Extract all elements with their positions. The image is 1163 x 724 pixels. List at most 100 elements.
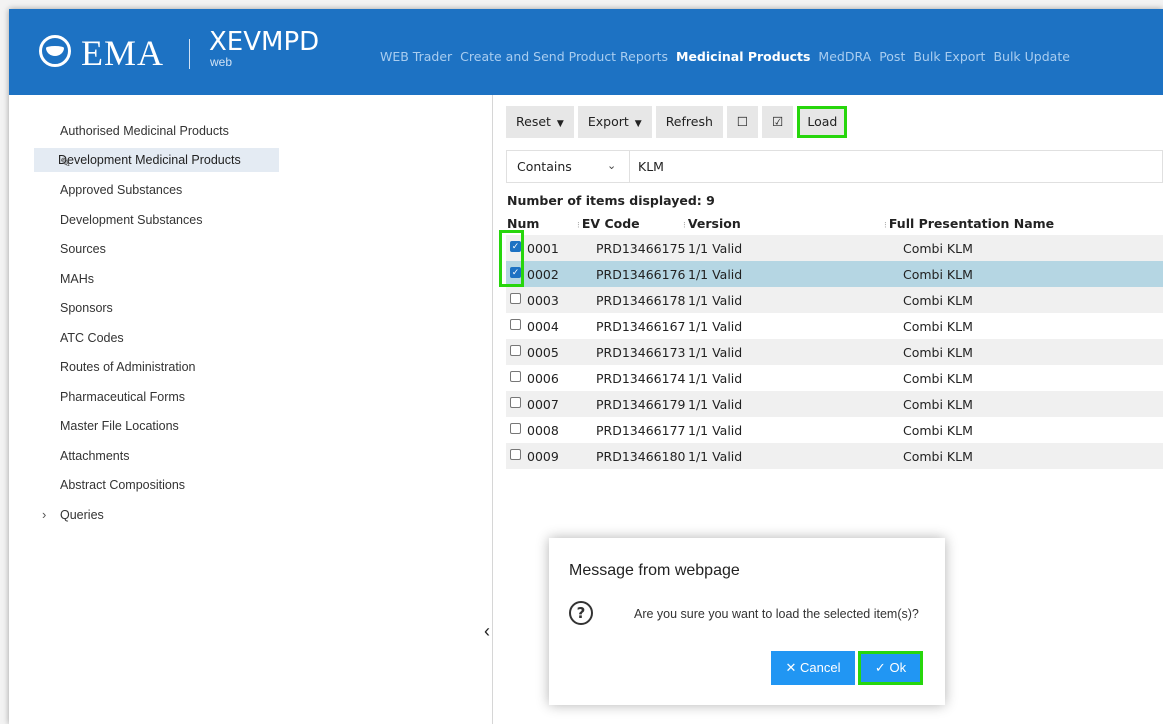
column-header-version[interactable]: ⁝ Version bbox=[683, 216, 741, 231]
column-header-full-name[interactable]: ⁝ Full Presentation Name bbox=[884, 216, 1054, 231]
nav-create-send-reports[interactable]: Create and Send Product Reports bbox=[460, 49, 668, 64]
confirm-dialog: Message from webpage ? Are you sure you … bbox=[549, 538, 945, 705]
table-row[interactable]: 0007 PRD13466179 1/1 Valid Combi KLM bbox=[506, 391, 1163, 417]
nav-meddra[interactable]: MedDRA bbox=[818, 49, 871, 64]
cell-version: 1/1 Valid bbox=[688, 293, 743, 308]
cell-version: 1/1 Valid bbox=[688, 449, 743, 464]
cell-full-name: Combi KLM bbox=[903, 241, 973, 256]
table-row[interactable]: 0004 PRD13466167 1/1 Valid Combi KLM bbox=[506, 313, 1163, 339]
row-checkbox[interactable] bbox=[510, 319, 521, 330]
drag-handle-icon[interactable]: ⁝ bbox=[577, 221, 580, 231]
cancel-button[interactable]: ✕ Cancel bbox=[771, 651, 855, 685]
cell-version: 1/1 Valid bbox=[688, 267, 743, 282]
cell-version: 1/1 Valid bbox=[688, 423, 743, 438]
check-all-button[interactable]: ☑ bbox=[762, 106, 794, 138]
cell-num: 0003 bbox=[527, 293, 559, 308]
logo-sub-small: web bbox=[210, 55, 233, 69]
checkbox-highlight bbox=[499, 230, 524, 287]
sidebar-item-pharmaceutical-forms[interactable]: Pharmaceutical Forms bbox=[60, 390, 185, 404]
sidebar: Authorised Medicinal Products ✎ Developm… bbox=[9, 95, 493, 724]
table-row[interactable]: 0008 PRD13466177 1/1 Valid Combi KLM bbox=[506, 417, 1163, 443]
sidebar-item-master-file-locations[interactable]: Master File Locations bbox=[60, 419, 179, 433]
export-button[interactable]: Export ▼ bbox=[577, 106, 652, 138]
table-row[interactable]: 0009 PRD13466180 1/1 Valid Combi KLM bbox=[506, 443, 1163, 469]
app-window: EMA XEVMPD web WEB Trader Create and Sen… bbox=[9, 9, 1163, 724]
load-button[interactable]: Load bbox=[797, 106, 848, 138]
logo-sub: XEVMPD bbox=[209, 27, 320, 57]
cell-full-name: Combi KLM bbox=[903, 423, 973, 438]
main-nav: WEB Trader Create and Send Product Repor… bbox=[380, 49, 1078, 64]
cell-num: 0006 bbox=[527, 371, 559, 386]
row-checkbox[interactable] bbox=[510, 397, 521, 408]
nav-bulk-export[interactable]: Bulk Export bbox=[913, 49, 985, 64]
cell-ev-code: PRD13466179 bbox=[596, 397, 686, 412]
nav-medicinal-products[interactable]: Medicinal Products bbox=[676, 49, 810, 64]
cell-ev-code: PRD13466176 bbox=[596, 267, 686, 282]
cell-ev-code: PRD13466177 bbox=[596, 423, 686, 438]
cell-num: 0007 bbox=[527, 397, 559, 412]
sidebar-item-mahs[interactable]: MAHs bbox=[60, 272, 94, 286]
collapse-sidebar-icon[interactable]: ‹ bbox=[484, 621, 490, 642]
filter-input[interactable]: KLM bbox=[638, 159, 664, 174]
row-checkbox[interactable] bbox=[510, 423, 521, 434]
column-header-num[interactable]: Num bbox=[507, 216, 539, 231]
sidebar-item-queries[interactable]: Queries bbox=[60, 508, 104, 522]
sidebar-item-sponsors[interactable]: Sponsors bbox=[60, 301, 113, 315]
ema-logo-icon bbox=[39, 35, 71, 67]
pencil-icon: ✎ bbox=[60, 155, 71, 170]
table-row[interactable]: ✓ 0001 PRD13466175 1/1 Valid Combi KLM bbox=[506, 235, 1163, 261]
ok-button[interactable]: ✓ Ok bbox=[858, 651, 923, 685]
filter-divider bbox=[629, 151, 630, 182]
cell-version: 1/1 Valid bbox=[688, 345, 743, 360]
sidebar-item-label: Development Medicinal Products bbox=[58, 153, 241, 167]
table-row[interactable]: ✓ 0002 PRD13466176 1/1 Valid Combi KLM bbox=[506, 261, 1163, 287]
drag-handle-icon[interactable]: ⁝ bbox=[683, 221, 686, 231]
sidebar-item-development-substances[interactable]: Development Substances bbox=[60, 213, 202, 227]
cell-full-name: Combi KLM bbox=[903, 371, 973, 386]
sidebar-item-attachments[interactable]: Attachments bbox=[60, 449, 129, 463]
cell-ev-code: PRD13466174 bbox=[596, 371, 686, 386]
filter-mode-select[interactable]: Contains bbox=[517, 159, 572, 174]
row-checkbox[interactable] bbox=[510, 449, 521, 460]
sidebar-item-authorised-medicinal-products[interactable]: Authorised Medicinal Products bbox=[60, 124, 229, 138]
close-icon: ✕ bbox=[785, 660, 797, 675]
refresh-button[interactable]: Refresh bbox=[655, 106, 723, 138]
cell-version: 1/1 Valid bbox=[688, 397, 743, 412]
nav-bulk-update[interactable]: Bulk Update bbox=[993, 49, 1069, 64]
sidebar-item-sources[interactable]: Sources bbox=[60, 242, 106, 256]
cell-num: 0001 bbox=[527, 241, 559, 256]
row-checkbox[interactable] bbox=[510, 293, 521, 304]
cell-full-name: Combi KLM bbox=[903, 449, 973, 464]
drag-handle-icon[interactable]: ⁝ bbox=[884, 221, 887, 231]
table-row[interactable]: 0003 PRD13466178 1/1 Valid Combi KLM bbox=[506, 287, 1163, 313]
uncheck-all-button[interactable]: ☐ bbox=[726, 106, 759, 138]
cell-ev-code: PRD13466180 bbox=[596, 449, 686, 464]
sidebar-item-development-medicinal-products[interactable]: ✎ Development Medicinal Products bbox=[34, 148, 279, 172]
reset-button[interactable]: Reset ▼ bbox=[506, 106, 574, 138]
cell-version: 1/1 Valid bbox=[688, 319, 743, 334]
row-checkbox[interactable] bbox=[510, 371, 521, 382]
cell-num: 0002 bbox=[527, 267, 559, 282]
cell-ev-code: PRD13466167 bbox=[596, 319, 686, 334]
top-bar: EMA XEVMPD web WEB Trader Create and Sen… bbox=[9, 9, 1163, 95]
cell-ev-code: PRD13466175 bbox=[596, 241, 686, 256]
logo-divider bbox=[189, 39, 190, 69]
cell-full-name: Combi KLM bbox=[903, 319, 973, 334]
chevron-down-icon[interactable]: ⌄ bbox=[607, 159, 616, 172]
nav-post[interactable]: Post bbox=[879, 49, 905, 64]
sidebar-item-atc-codes[interactable]: ATC Codes bbox=[60, 331, 124, 345]
sidebar-item-routes-of-administration[interactable]: Routes of Administration bbox=[60, 360, 196, 374]
cell-version: 1/1 Valid bbox=[688, 241, 743, 256]
column-header-ev-code[interactable]: ⁝ EV Code bbox=[577, 216, 640, 231]
chevron-right-icon[interactable]: › bbox=[42, 507, 46, 522]
toolbar: Reset ▼ Export ▼ Refresh ☐ ☑ Load bbox=[506, 106, 848, 140]
table-row[interactable]: 0006 PRD13466174 1/1 Valid Combi KLM bbox=[506, 365, 1163, 391]
sidebar-item-approved-substances[interactable]: Approved Substances bbox=[60, 183, 182, 197]
table-row[interactable]: 0005 PRD13466173 1/1 Valid Combi KLM bbox=[506, 339, 1163, 365]
nav-web-trader[interactable]: WEB Trader bbox=[380, 49, 452, 64]
caret-down-icon: ▼ bbox=[556, 119, 564, 129]
filter-bar: Contains ⌄ KLM bbox=[506, 150, 1163, 183]
cell-version: 1/1 Valid bbox=[688, 371, 743, 386]
sidebar-item-abstract-compositions[interactable]: Abstract Compositions bbox=[60, 478, 185, 492]
row-checkbox[interactable] bbox=[510, 345, 521, 356]
